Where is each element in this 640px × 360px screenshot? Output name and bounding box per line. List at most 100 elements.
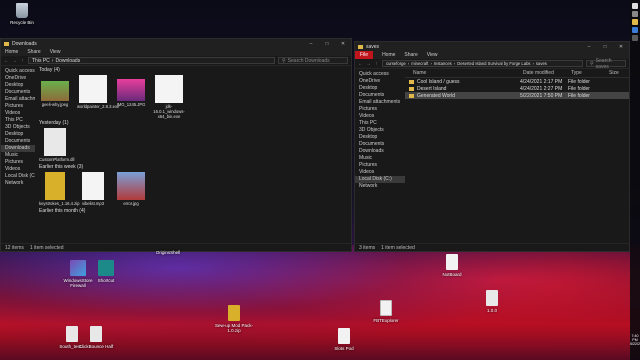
nav-item[interactable]: Videos [355,113,405,120]
search-input[interactable]: ⚲ Search Downloads [278,57,348,64]
desktop-icon[interactable]: ClickBounce Half [74,326,118,349]
nav-item[interactable]: Documents [1,138,35,145]
back-icon[interactable]: ← [358,61,363,67]
tab-file[interactable]: File [355,51,374,59]
nav-item[interactable]: Desktop [1,131,35,138]
tab-share[interactable]: Share [27,49,40,55]
tab-home[interactable]: Home [382,52,395,58]
breadcrumb[interactable]: saves [536,61,547,66]
nav-item[interactable]: Videos [1,110,35,117]
search-input[interactable]: ⚲ Search saves [586,58,626,70]
app-icon[interactable] [632,35,638,41]
tab-view[interactable]: View [427,52,438,58]
nav-item[interactable]: This PC [355,120,405,127]
desktop-icon[interactable]: FBTExplorer [364,300,408,323]
desktop-icon[interactable]: Sew-up Mod Pack-1.0.zip [212,305,256,333]
desktop-icon[interactable]: Slots Pod [322,328,366,351]
search-icon[interactable] [632,11,638,17]
forward-icon[interactable]: → [12,58,17,64]
file-tile[interactable]: jdk-16.0.1_windows-x64_bin.exe [153,75,185,119]
tab-view[interactable]: View [50,49,61,55]
file-tile[interactable]: IMG_1245.JPG [115,75,147,119]
file-tile[interactable]: keystrokes_1.16.4.zip [39,172,80,207]
nav-item[interactable]: Desktop [1,82,35,89]
table-row[interactable]: Cool Island / guess 4/24/2021 2:17 PM Fi… [405,78,629,85]
nav-item[interactable]: Email attachments [1,96,35,103]
desktop-icon[interactable]: 1.0.0 [470,290,514,313]
downloads-window[interactable]: Downloads – □ ✕ Home Share View ← → ↑ Th… [0,38,352,252]
column-name[interactable]: Name [413,70,523,76]
nav-item[interactable]: Documents [355,141,405,148]
desktop-icon[interactable]: NotBoard [430,254,474,277]
maximize-icon[interactable]: □ [600,44,610,50]
breadcrumb-downloads[interactable]: Downloads [55,58,80,64]
up-icon[interactable]: ↑ [20,58,25,64]
tab-share[interactable]: Share [404,52,417,58]
nav-item[interactable]: Documents [1,89,35,96]
column-type[interactable]: Type [571,70,609,76]
nav-item[interactable]: Pictures [1,159,35,166]
file-tile[interactable]: geeli-why.jpeg [39,75,71,119]
nav-item[interactable]: Documents [355,92,405,99]
nav-item[interactable]: Music [355,155,405,162]
breadcrumb[interactable]: Instances [434,61,452,66]
nav-item[interactable]: Network [355,183,405,190]
nav-item[interactable]: Pictures [355,106,405,113]
minimize-icon[interactable]: – [584,44,594,50]
file-tile[interactable]: vibelist.mp3 [77,172,109,207]
system-clock[interactable]: 7:40 PM 5/22/2021 [630,334,640,346]
minimize-icon[interactable]: – [306,41,316,47]
file-tile[interactable]: worldpainter_2.8.3.exe [77,75,119,119]
address-bar[interactable]: This PC › Downloads [28,57,275,64]
back-icon[interactable]: ← [4,58,9,64]
address-bar[interactable]: curseforge › minecraft › Instances › Desert… [382,60,583,67]
nav-item[interactable]: OneDrive [1,75,35,82]
nav-item[interactable]: Local Disk (C:) [1,173,35,180]
breadcrumb[interactable]: minecraft [411,61,428,66]
browser-icon[interactable] [632,27,638,33]
close-icon[interactable]: ✕ [616,44,626,50]
nav-item[interactable]: Desktop [355,85,405,92]
saves-window[interactable]: saves – □ ✕ File Home Share View ← → ↑ c… [354,41,630,252]
breadcrumb[interactable]: curseforge [386,61,406,66]
nav-item[interactable]: 3D Objects [355,127,405,134]
group-header[interactable]: Earlier this month (4) [35,207,351,216]
tab-home[interactable]: Home [5,49,18,55]
table-row-selected[interactable]: Generated World 5/22/2021 7:50 PM File f… [405,92,629,99]
nav-item[interactable]: Downloads [355,148,405,155]
nav-item[interactable]: Quick access [355,71,405,78]
breadcrumb[interactable]: Deserted Island Survival by Forge Labs [457,61,530,66]
column-date[interactable]: Date modified [523,70,571,76]
titlebar[interactable]: Downloads – □ ✕ [1,39,351,48]
recycle-bin-icon[interactable]: Recycle Bin [0,3,44,25]
nav-item[interactable]: 3D Objects [1,124,35,131]
titlebar[interactable]: saves – □ ✕ [355,42,629,51]
maximize-icon[interactable]: □ [322,41,332,47]
nav-item[interactable]: Music [1,152,35,159]
forward-icon[interactable]: → [366,61,371,67]
breadcrumb-this-pc[interactable]: This PC [32,58,50,64]
up-icon[interactable]: ↑ [374,61,379,67]
nav-item-local-disk[interactable]: Local Disk (C:) [355,176,405,183]
group-header[interactable]: Earlier this week (3) [35,163,351,172]
nav-item[interactable]: Videos [1,166,35,173]
nav-item-downloads[interactable]: Downloads [1,145,35,152]
nav-item[interactable]: Desktop [355,134,405,141]
nav-item[interactable]: OneDrive [355,78,405,85]
table-row[interactable]: Desert Island 4/24/2021 2:27 PM File fol… [405,85,629,92]
nav-item[interactable]: This PC [1,117,35,124]
nav-item[interactable]: Videos [355,169,405,176]
desktop-icon[interactable]: Shortcut [84,260,128,283]
group-header[interactable]: Yesterday (1) [35,119,351,128]
nav-item[interactable]: Pictures [355,162,405,169]
nav-item[interactable]: Quick access [1,68,35,75]
nav-item[interactable]: Network [1,180,35,187]
close-icon[interactable]: ✕ [338,41,348,47]
group-header[interactable]: Today (4) [35,66,351,75]
column-size[interactable]: Size [609,70,619,76]
file-tile[interactable]: CustomPlatform.dll [39,128,74,163]
nav-item[interactable]: Pictures [1,103,35,110]
nav-item[interactable]: Email attachments [355,99,405,106]
start-icon[interactable] [632,3,638,9]
file-tile[interactable]: error.jpg [115,172,147,207]
